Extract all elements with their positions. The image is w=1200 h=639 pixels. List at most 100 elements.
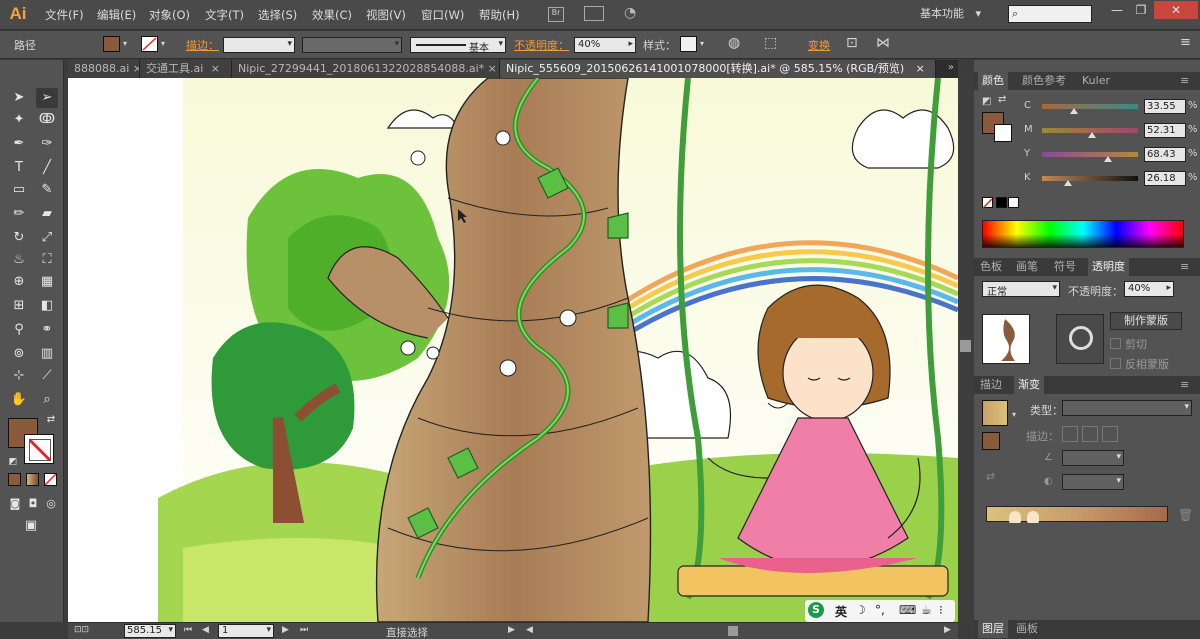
chevron-down-icon[interactable]: ▾: [161, 39, 165, 48]
stroke-color-swatch[interactable]: [141, 36, 158, 52]
screen-mode-icon[interactable]: ▣: [20, 516, 42, 536]
align-icon[interactable]: ⬚: [764, 35, 777, 51]
document-tab[interactable]: 888088.ai ×: [68, 60, 140, 78]
zoom-tool-icon[interactable]: ⌕: [36, 390, 58, 410]
close-window-button[interactable]: ✕: [1154, 1, 1198, 19]
menu-effect[interactable]: 效果(C): [312, 7, 352, 23]
cyan-slider[interactable]: C 33.55 %: [974, 98, 1200, 116]
default-fill-stroke-icon[interactable]: ◩: [2, 452, 24, 472]
ime-settings-icon[interactable]: ⁝: [939, 603, 943, 617]
invert-mask-checkbox[interactable]: 反相蒙版: [1110, 356, 1169, 372]
artboard-number-input[interactable]: 1 ▾: [218, 624, 274, 638]
gradient-thumbnail[interactable]: [982, 400, 1008, 426]
scroll-left-icon[interactable]: ◀: [526, 625, 533, 635]
next-artboard-icon[interactable]: ▶: [282, 625, 289, 635]
arrange-documents-icon[interactable]: [584, 6, 604, 21]
menu-type[interactable]: 文字(T): [205, 7, 244, 23]
gradient-slider[interactable]: [986, 506, 1168, 523]
curvature-tool-icon[interactable]: ✑: [36, 134, 58, 154]
panel-menu-icon[interactable]: ≡: [1180, 258, 1189, 276]
color-mode-icon[interactable]: [8, 473, 21, 486]
last-artboard-icon[interactable]: ⏭: [300, 625, 308, 635]
slider-knob[interactable]: [1070, 108, 1078, 114]
zoom-level-input[interactable]: 585.15 ▾: [124, 624, 176, 638]
mask-thumbnail[interactable]: [1056, 314, 1104, 364]
gpu-performance-icon[interactable]: ◔: [624, 5, 636, 21]
document-tab-active[interactable]: Nipic_555609_20150626141001078000[转换].ai…: [500, 60, 936, 78]
stroke-panel-link[interactable]: 描边：: [186, 37, 219, 53]
ime-comma-icon[interactable]: °,: [875, 603, 885, 617]
menu-view[interactable]: 视图(V): [366, 7, 406, 23]
close-icon[interactable]: ×: [488, 62, 497, 75]
panel-menu-icon[interactable]: ≡: [1180, 72, 1189, 90]
tab-color-guide[interactable]: 颜色参考: [1022, 72, 1066, 90]
scrollbar-thumb[interactable]: [960, 340, 971, 352]
document-tab[interactable]: Nipic_27299441_20180613220288540​88.ai* …: [232, 60, 500, 78]
blend-tool-icon[interactable]: ⚭: [36, 320, 58, 340]
panel-menu-icon[interactable]: ≡: [1180, 376, 1189, 394]
artboard-tool-icon[interactable]: ⊹: [8, 366, 30, 386]
brush-definition-dropdown[interactable]: 基本 ▾: [410, 37, 506, 54]
chevron-down-icon[interactable]: ▾: [123, 39, 127, 48]
ime-keyboard-icon[interactable]: ⌨: [899, 603, 916, 617]
scroll-right-icon[interactable]: ▶: [944, 625, 951, 635]
recolor-artwork-icon[interactable]: ◍: [728, 35, 740, 51]
chevron-down-icon[interactable]: ▾: [1012, 410, 1016, 419]
document-tab[interactable]: 交通工具.ai ×: [140, 60, 232, 78]
opacity-input[interactable]: 40% ▸: [574, 37, 636, 53]
bridge-icon[interactable]: Br: [548, 7, 564, 22]
channel-value-input[interactable]: 68.43: [1144, 147, 1186, 162]
tab-color[interactable]: 颜色: [978, 72, 1008, 90]
graphic-style-swatch[interactable]: [680, 36, 697, 52]
shape-builder-tool-icon[interactable]: ⊕: [8, 272, 30, 292]
pencil-tool-icon[interactable]: ✏: [8, 204, 30, 224]
slider-track[interactable]: [1042, 152, 1138, 157]
fill-stroke-indicator[interactable]: [982, 432, 1000, 450]
rectangle-tool-icon[interactable]: ▭: [8, 180, 30, 200]
isolate-icon[interactable]: ⊡: [846, 35, 858, 51]
artboard-canvas[interactable]: [68, 78, 958, 622]
tab-stroke[interactable]: 描边: [980, 376, 1002, 394]
slider-track[interactable]: [1042, 176, 1138, 181]
status-menu-icon[interactable]: ▶: [508, 625, 515, 635]
help-search-input[interactable]: ⌕: [1008, 5, 1092, 23]
variable-width-profile-dropdown[interactable]: ▾: [302, 37, 402, 53]
perspective-grid-tool-icon[interactable]: ▦: [36, 272, 58, 292]
tab-symbols[interactable]: 符号: [1054, 258, 1076, 276]
menu-select[interactable]: 选择(S): [258, 7, 297, 23]
transform-panel-link[interactable]: 变换: [808, 37, 830, 53]
stroke-gradient-along-icon[interactable]: [1082, 426, 1098, 442]
tab-transparency[interactable]: 透明度: [1088, 258, 1129, 276]
swap-fill-stroke-icon[interactable]: ⇄: [40, 410, 62, 430]
chevron-down-icon[interactable]: ▾: [700, 39, 704, 48]
none-color-icon[interactable]: [982, 197, 993, 209]
warp-tool-icon[interactable]: ♨: [8, 250, 30, 270]
tab-overflow-icon[interactable]: »: [948, 62, 954, 73]
gradient-stop[interactable]: [1009, 511, 1021, 523]
color-spectrum-bar[interactable]: [982, 220, 1184, 248]
gradient-mode-icon[interactable]: [26, 473, 39, 486]
channel-value-input[interactable]: 52.31: [1144, 123, 1186, 138]
opacity-input[interactable]: 40% ▸: [1124, 281, 1174, 297]
delete-stop-icon[interactable]: 🗑: [1178, 508, 1193, 522]
tab-swatches[interactable]: 色板: [980, 258, 1002, 276]
tab-artboards[interactable]: 画板: [1016, 620, 1038, 638]
rotate-tool-icon[interactable]: ↻: [8, 228, 30, 248]
slider-knob[interactable]: [1064, 180, 1072, 186]
eyedropper-tool-icon[interactable]: ⚲: [8, 320, 30, 340]
close-icon[interactable]: ×: [916, 62, 925, 75]
close-icon[interactable]: ×: [211, 62, 220, 75]
free-transform-tool-icon[interactable]: ⛶: [36, 250, 58, 270]
ime-language-label[interactable]: 英: [835, 603, 847, 620]
stroke-gradient-across-icon[interactable]: [1102, 426, 1118, 442]
direct-selection-tool-icon[interactable]: ➢: [36, 88, 58, 108]
reverse-gradient-icon[interactable]: ⇄: [986, 470, 995, 483]
none-mode-icon[interactable]: [44, 473, 57, 486]
gradient-tool-icon[interactable]: ◧: [36, 296, 58, 316]
tab-layers[interactable]: 图层: [978, 620, 1008, 638]
channel-value-input[interactable]: 26.18: [1144, 171, 1186, 186]
scale-tool-icon[interactable]: ⤢: [36, 228, 58, 248]
restore-button[interactable]: ❐: [1128, 1, 1154, 19]
menu-object[interactable]: 对象(O): [149, 7, 190, 23]
black-color-swatch[interactable]: [996, 197, 1007, 208]
